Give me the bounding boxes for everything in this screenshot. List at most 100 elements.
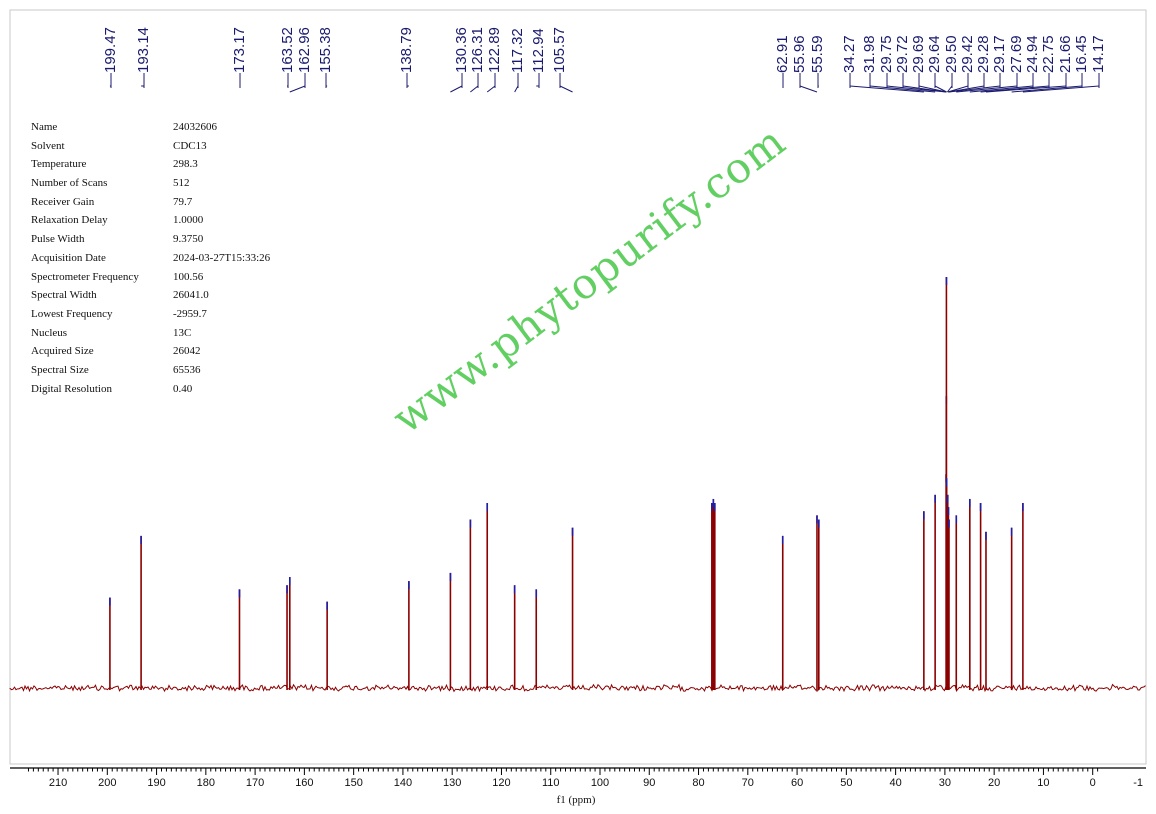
parameter-row: Temperature 298.3 — [31, 155, 270, 174]
parameter-value: 26041.0 — [173, 289, 209, 302]
spectrum-baseline — [9, 683, 1146, 693]
x-tick-label: 140 — [394, 777, 412, 789]
x-tick-label: 200 — [98, 777, 116, 789]
peak-label: —117.32 — [509, 28, 526, 88]
peak-label: —193.14 — [135, 27, 152, 88]
parameter-value: 9.3750 — [173, 233, 204, 246]
peak-label: —29.28 — [975, 35, 992, 88]
parameter-row: Receiver Gain 79.7 — [31, 193, 270, 212]
peak-label: —29.17 — [991, 35, 1008, 88]
parameter-key: Digital Resolution — [31, 382, 112, 395]
x-tick-label: 210 — [49, 777, 67, 789]
x-tick-label: 120 — [492, 777, 510, 789]
parameter-row: Acquired Size 26042 — [31, 342, 270, 361]
parameter-key: Nucleus — [31, 326, 68, 339]
parameter-key: Acquisition Date — [31, 251, 106, 264]
peak-label: —112.94 — [530, 28, 547, 88]
x-tick-label: 160 — [295, 777, 313, 789]
peak-label: —162.96 — [296, 27, 313, 88]
parameter-row: Pulse Width 9.3750 — [31, 230, 270, 249]
nmr-spectrum-figure: —199.47 —193.14 —173.17 —163.52 —162.96 —155.… — [0, 0, 1156, 814]
parameter-row: Spectral Size 65536 — [31, 361, 270, 380]
x-axis: 210 200 190 180 170 160 150 140 130 120 110 100 90 80… — [10, 767, 1146, 789]
peak-label: —130.36 — [453, 27, 470, 88]
parameter-key: Solvent — [31, 139, 65, 152]
parameter-row: Number of Scans 512 — [31, 174, 270, 193]
peak-label: —29.50 — [943, 35, 960, 88]
x-axis-title: f1 (ppm) — [557, 794, 596, 806]
parameter-value: 65536 — [173, 363, 201, 376]
peak-label: —24.94 — [1024, 35, 1041, 88]
parameter-key: Temperature — [31, 158, 87, 171]
peak-label: —122.89 — [486, 27, 503, 88]
parameter-key: Relaxation Delay — [31, 214, 108, 227]
peak-label: —105.57 — [551, 27, 568, 88]
parameter-value: 100.56 — [173, 270, 204, 283]
x-tick-label: 70 — [742, 777, 754, 789]
peak-label: —55.96 — [791, 35, 808, 88]
peak-label: —126.31 — [469, 27, 486, 88]
parameter-row: Relaxation Delay 1.0000 — [31, 211, 270, 230]
x-tick-label: 10 — [1037, 777, 1049, 789]
peak-label: —155.38 — [317, 27, 334, 88]
x-tick-label: 90 — [643, 777, 655, 789]
parameter-value: -2959.7 — [173, 307, 207, 320]
parameter-row: Spectral Width 26041.0 — [31, 286, 270, 305]
peak-label: —22.75 — [1040, 35, 1057, 88]
parameter-key: Lowest Frequency — [31, 307, 113, 320]
peak-label: —34.27 — [841, 35, 858, 88]
parameter-value: 1.0000 — [173, 214, 204, 227]
peak-label: —29.42 — [959, 35, 976, 88]
parameter-value: 0.40 — [173, 382, 193, 395]
parameter-row: Solvent CDC13 — [31, 137, 270, 156]
parameter-row: Spectrometer Frequency 100.56 — [31, 268, 270, 287]
parameter-row: Digital Resolution 0.40 — [31, 380, 270, 399]
parameter-key: Acquired Size — [31, 345, 94, 358]
peak-label: —199.47 — [102, 27, 119, 88]
parameter-value: 512 — [173, 177, 190, 190]
parameter-key: Name — [31, 121, 58, 133]
x-tick-label: 40 — [889, 777, 901, 789]
parameter-key: Spectrometer Frequency — [31, 270, 139, 283]
x-tick-label: 180 — [197, 777, 215, 789]
parameter-row: Acquisition Date 2024-03-27T15:33:26 — [31, 249, 270, 268]
acquisition-parameters-table: Name 24032606 Solvent CDC13 Temperature 298.3… — [31, 118, 270, 398]
peak-label: —14.17 — [1090, 35, 1107, 88]
x-tick-label: 30 — [939, 777, 951, 789]
parameter-value: 298.3 — [173, 158, 198, 171]
peak-label: —27.69 — [1008, 35, 1025, 88]
peak-label: —31.98 — [861, 35, 878, 88]
peak-label: —163.52 — [279, 27, 296, 88]
parameter-value: 2024-03-27T15:33:26 — [173, 251, 271, 264]
parameter-row: Nucleus 13C — [31, 324, 270, 343]
x-tick-label: 60 — [791, 777, 803, 789]
x-tick-label: 150 — [344, 777, 362, 789]
x-tick-label: 0 — [1090, 777, 1096, 789]
x-tick-label: -1 — [1133, 777, 1143, 789]
peak-label: —62.91 — [774, 35, 791, 88]
x-tick-label: 170 — [246, 777, 264, 789]
peak-label: —29.64 — [926, 35, 943, 88]
peak-label: —29.75 — [878, 35, 895, 88]
x-tick-label: 80 — [692, 777, 704, 789]
peak-label: —55.59 — [809, 35, 826, 88]
parameter-value: 26042 — [173, 345, 201, 358]
peak-labels: —199.47 —193.14 —173.17 —163.52 —162.96 —155.… — [102, 27, 1107, 88]
peak-label: —173.17 — [231, 27, 248, 88]
parameter-value: CDC13 — [173, 139, 207, 152]
parameter-value: 13C — [173, 326, 192, 339]
parameter-row: Lowest Frequency -2959.7 — [31, 305, 270, 324]
parameter-row: Name 24032606 — [31, 118, 270, 137]
peak-label: —138.79 — [398, 27, 415, 88]
x-tick-label: 100 — [591, 777, 609, 789]
peak-label: —21.66 — [1057, 35, 1074, 88]
peak-label: —29.69 — [910, 35, 927, 88]
x-tick-label: 20 — [988, 777, 1000, 789]
parameter-key: Spectral Width — [31, 289, 97, 302]
parameter-key: Number of Scans — [31, 177, 108, 190]
baseline-trace — [9, 683, 1146, 693]
parameter-value: 79.7 — [173, 195, 193, 208]
x-tick-label: 130 — [443, 777, 461, 789]
peak-label: —16.45 — [1073, 35, 1090, 88]
parameter-key: Pulse Width — [31, 233, 85, 246]
